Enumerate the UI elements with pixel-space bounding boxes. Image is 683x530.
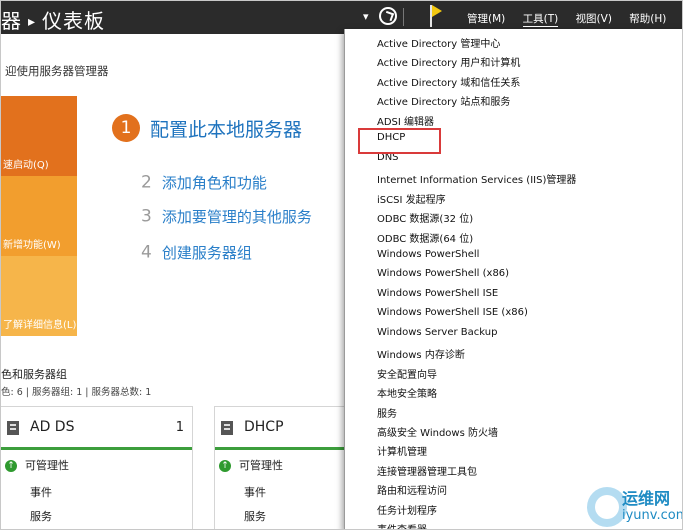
tools-menu-item[interactable]: Active Directory 域和信任关系 (377, 74, 520, 89)
tools-menu-item[interactable]: Windows PowerShell ISE (x86) (377, 307, 528, 318)
server-role-icon (7, 421, 19, 435)
status-bar (1, 447, 192, 450)
chevron-down-icon[interactable]: ▾ (363, 10, 369, 23)
tile-learn-more[interactable]: 了解详细信息(L) (1, 256, 77, 336)
tools-menu-item[interactable]: ODBC 数据源(32 位) (377, 210, 473, 225)
tools-menu-item[interactable]: 路由和远程访问 (377, 482, 447, 497)
tools-menu-item[interactable]: Internet Information Services (IIS)管理器 (377, 171, 576, 186)
step-number: 3 (141, 206, 152, 227)
tools-menu-item[interactable]: 安全配置向导 (377, 366, 437, 381)
step-link[interactable]: 添加角色和功能 (162, 174, 267, 192)
menu-help[interactable]: 帮助(H) (629, 11, 666, 26)
role-name: AD DS (30, 419, 75, 435)
services-row[interactable]: 服务 (244, 508, 266, 524)
tools-menu-item[interactable]: 事件查看器 (377, 521, 427, 529)
welcome-heading: 迎使用服务器管理器 (5, 64, 109, 78)
notifications-flag-icon[interactable] (430, 5, 442, 27)
status-bar (215, 447, 353, 450)
step-link[interactable]: 添加要管理的其他服务 (162, 208, 312, 226)
manageability-label: 可管理性 (25, 459, 69, 472)
tools-menu-item[interactable]: Windows PowerShell (x86) (377, 268, 509, 279)
step-create-server-group[interactable]: 4 创建服务器组 (141, 242, 252, 263)
role-card-adds[interactable]: AD DS 1 ↑ 可管理性 事件 服务 (1, 406, 193, 529)
tools-menu-item[interactable]: 本地安全策略 (377, 385, 437, 400)
menu-bar: 管理(M) 工具(T) 视图(V) 帮助(H) (467, 11, 680, 27)
toolbar-divider (403, 8, 404, 26)
server-role-icon (221, 421, 233, 435)
tools-menu-item[interactable]: Windows PowerShell ISE (377, 288, 498, 299)
role-count: 1 (175, 420, 184, 435)
tools-menu-item[interactable]: 高级安全 Windows 防火墙 (377, 424, 498, 439)
step-add-servers[interactable]: 3 添加要管理的其他服务 (141, 206, 312, 227)
role-name: DHCP (244, 419, 284, 435)
roles-stats: 色: 6 | 服务器组: 1 | 服务器总数: 1 (1, 387, 152, 398)
step-number: 2 (141, 172, 152, 193)
role-card-dhcp[interactable]: DHCP ↑ 可管理性 事件 服务 (214, 406, 354, 529)
step-number: 1 (112, 114, 140, 142)
tools-menu-item[interactable]: Active Directory 站点和服务 (377, 93, 510, 108)
tools-dropdown-menu: Active Directory 管理中心 Active Directory 用户… (344, 29, 682, 529)
refresh-icon[interactable] (379, 7, 397, 25)
roles-section-title: 色和服务器组 (1, 368, 67, 381)
tile-whats-new[interactable]: 新增功能(W) (1, 176, 77, 256)
tile-label: 速启动(Q) (3, 160, 49, 171)
tools-menu-item[interactable]: 服务 (377, 405, 397, 420)
server-manager-window: 器 ▸ 仪表板 ▾ 管理(M) 工具(T) 视图(V) 帮助(H) 迎使用服务器管理… (0, 0, 683, 530)
events-row[interactable]: 事件 (30, 484, 52, 500)
tools-menu-item[interactable]: Windows PowerShell (377, 249, 479, 260)
watermark-cn: 运维网 (622, 489, 671, 508)
tools-menu-item[interactable]: 计算机管理 (377, 443, 427, 458)
step-add-roles[interactable]: 2 添加角色和功能 (141, 172, 267, 193)
menu-manage[interactable]: 管理(M) (467, 11, 505, 26)
page-title: 仪表板 (42, 9, 106, 33)
tools-menu-item[interactable]: 任务计划程序 (377, 502, 437, 517)
breadcrumb: 器 ▸ 仪表板 (1, 5, 105, 34)
status-ok-icon: ↑ (5, 460, 17, 472)
tools-menu-item[interactable]: ODBC 数据源(64 位) (377, 230, 473, 245)
manageability-row[interactable]: ↑ 可管理性 (5, 457, 69, 473)
tools-menu-item[interactable]: Active Directory 管理中心 (377, 35, 500, 50)
step-configure-local-server[interactable]: 1 配置此本地服务器 (112, 114, 302, 142)
step-link[interactable]: 创建服务器组 (162, 244, 252, 262)
status-ok-icon: ↑ (219, 460, 231, 472)
menu-view[interactable]: 视图(V) (576, 11, 612, 26)
tools-menu-item[interactable]: Active Directory 用户和计算机 (377, 54, 520, 69)
breadcrumb-parent[interactable]: 器 (1, 9, 22, 33)
tile-label: 了解详细信息(L) (3, 320, 77, 331)
manageability-row[interactable]: ↑ 可管理性 (219, 457, 283, 473)
watermark-en: iyunv.com (622, 508, 683, 523)
tools-menu-item[interactable]: ADSI 编辑器 (377, 113, 434, 128)
tile-label: 新增功能(W) (3, 240, 61, 251)
menu-tools[interactable]: 工具(T) (522, 11, 559, 27)
watermark-logo-icon (587, 487, 627, 527)
step-number: 4 (141, 242, 152, 263)
breadcrumb-separator-icon: ▸ (28, 14, 37, 30)
services-row[interactable]: 服务 (30, 508, 52, 524)
manageability-label: 可管理性 (239, 459, 283, 472)
tools-menu-item[interactable]: 连接管理器管理工具包 (377, 463, 477, 478)
tools-menu-item[interactable]: Windows Server Backup (377, 327, 497, 338)
tools-menu-item[interactable]: iSCSI 发起程序 (377, 191, 446, 206)
dhcp-highlight-box (358, 128, 441, 154)
tile-quick-start[interactable]: 速启动(Q) (1, 96, 77, 176)
tools-menu-item[interactable]: Windows 内存诊断 (377, 346, 465, 361)
step-link[interactable]: 配置此本地服务器 (150, 119, 302, 141)
events-row[interactable]: 事件 (244, 484, 266, 500)
